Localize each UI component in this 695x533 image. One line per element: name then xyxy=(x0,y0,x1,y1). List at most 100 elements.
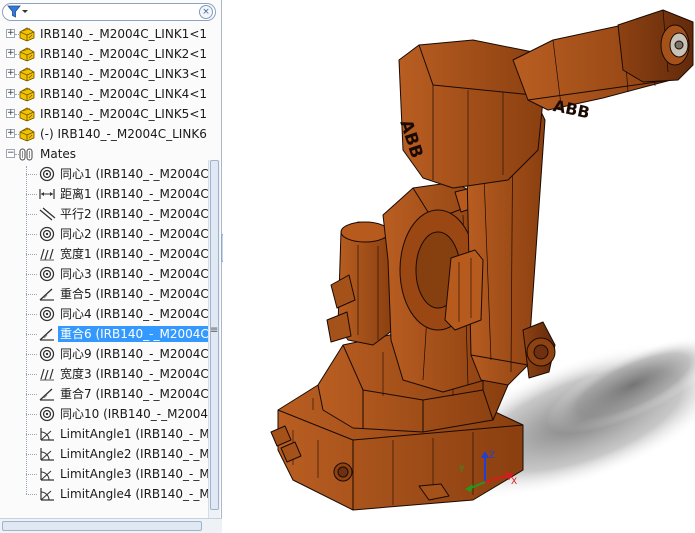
mate-row[interactable]: LimitAngle4 (IRB140_-_M2 xyxy=(0,484,208,504)
tree-item-label: LimitAngle1 (IRB140_-_M2 xyxy=(60,427,208,441)
tree-item-label: 宽度1 (IRB140_-_M2004C_ xyxy=(60,247,208,261)
horizontal-scrollbar-thumb[interactable] xyxy=(2,521,202,531)
concentric-icon xyxy=(38,166,56,182)
mate-row[interactable]: 同心2 (IRB140_-_M2004C_ xyxy=(0,224,208,244)
mate-row[interactable]: 宽度3 (IRB140_-_M2004C_ xyxy=(0,364,208,384)
expand-icon[interactable]: + xyxy=(6,69,15,78)
limit-angle-icon xyxy=(38,466,56,482)
concentric-icon xyxy=(38,306,56,322)
tree-item-label: 重合7 (IRB140_-_M2004C_ xyxy=(60,387,208,401)
tree-connector xyxy=(26,374,37,375)
tree-item-label: LimitAngle2 (IRB140_-_M2 xyxy=(60,447,208,461)
expand-icon[interactable]: + xyxy=(6,109,15,118)
tree-item-label: 同心1 (IRB140_-_M2004C_ xyxy=(60,167,208,181)
mate-row[interactable]: 平行2 (IRB140_-_M2004C_ xyxy=(0,204,208,224)
scrollbar-grip-icon: ≡ xyxy=(210,325,219,336)
limit-angle-icon xyxy=(38,446,56,462)
expand-icon[interactable]: + xyxy=(6,129,15,138)
tree-connector xyxy=(26,234,37,235)
tree-item-label: 同心3 (IRB140_-_M2004C_ xyxy=(60,267,208,281)
tree-item-label: IRB140_-_M2004C_LINK5<1> xyxy=(40,107,208,121)
tree-item-label: IRB140_-_M2004C_LINK3<1> xyxy=(40,67,208,81)
mate-row[interactable]: 宽度1 (IRB140_-_M2004C_ xyxy=(0,244,208,264)
tree-item-label: 同心10 (IRB140_-_M2004C xyxy=(60,407,208,421)
mate-row[interactable]: 距离1 (IRB140_-_M2004C_ xyxy=(0,184,208,204)
tree-connector xyxy=(26,214,37,215)
part-icon xyxy=(18,26,36,42)
component-row[interactable]: + (-) IRB140_-_M2004C_LINK6< xyxy=(0,124,208,144)
mate-row[interactable]: 同心3 (IRB140_-_M2004C_ xyxy=(0,264,208,284)
component-row[interactable]: + IRB140_-_M2004C_LINK2<1> xyxy=(0,44,208,64)
tree-connector xyxy=(26,334,37,335)
tree-connector xyxy=(26,354,37,355)
axis3-cover[interactable] xyxy=(444,249,484,331)
part-icon xyxy=(18,126,36,142)
tree-connector xyxy=(26,454,37,455)
feature-tree: + IRB140_-_M2004C_LINK1<1> + IRB140_-_M2004… xyxy=(0,24,208,510)
concentric-icon xyxy=(38,406,56,422)
coincident-icon xyxy=(38,286,56,302)
wrist-flange[interactable] xyxy=(617,9,694,83)
tree-item-label: 同心4 (IRB140_-_M2004C_ xyxy=(60,307,208,321)
distance-icon xyxy=(38,186,56,202)
mate-row[interactable]: LimitAngle3 (IRB140_-_M2 xyxy=(0,464,208,484)
clear-filter-icon[interactable]: × xyxy=(199,5,213,19)
tree-connector xyxy=(26,434,37,435)
graphics-viewport[interactable]: ABB ABB Z X Y xyxy=(223,0,695,533)
tree-item-label: IRB140_-_M2004C_LINK4<1> xyxy=(40,87,208,101)
part-icon xyxy=(18,66,36,82)
concentric-icon xyxy=(38,266,56,282)
mate-row[interactable]: 重合5 (IRB140_-_M2004C_ xyxy=(0,284,208,304)
coincident-icon xyxy=(38,326,56,342)
tree-item-label: (-) IRB140_-_M2004C_LINK6< xyxy=(40,127,208,141)
triad-x-label: X xyxy=(511,477,517,487)
expand-icon[interactable]: + xyxy=(6,49,15,58)
collapse-icon[interactable]: − xyxy=(6,149,15,158)
component-row[interactable]: + IRB140_-_M2004C_LINK3<1> xyxy=(0,64,208,84)
expand-icon[interactable]: + xyxy=(6,89,15,98)
width-icon xyxy=(38,366,56,382)
mate-row[interactable]: 重合6 (IRB140_-_M2004C_ xyxy=(0,324,208,344)
parallel-icon xyxy=(38,206,56,222)
mate-row[interactable]: 同心1 (IRB140_-_M2004C_ xyxy=(0,164,208,184)
tree-connector xyxy=(26,474,37,475)
mate-row[interactable]: 同心9 (IRB140_-_M2004C_ xyxy=(0,344,208,364)
tree-item-label: 宽度3 (IRB140_-_M2004C_ xyxy=(60,367,208,381)
mate-row[interactable]: 同心4 (IRB140_-_M2004C_ xyxy=(0,304,208,324)
mates-icon xyxy=(18,146,36,162)
filter-input[interactable]: × xyxy=(2,3,216,21)
limit-angle-icon xyxy=(38,426,56,442)
tree-item-label: LimitAngle3 (IRB140_-_M2 xyxy=(60,467,208,481)
mate-row[interactable]: 同心10 (IRB140_-_M2004C xyxy=(0,404,208,424)
mate-row[interactable]: LimitAngle2 (IRB140_-_M2 xyxy=(0,444,208,464)
tree-connector xyxy=(26,194,37,195)
component-row[interactable]: + IRB140_-_M2004C_LINK1<1> xyxy=(0,24,208,44)
tree-item-label: 同心9 (IRB140_-_M2004C_ xyxy=(60,347,208,361)
filter-bar: × xyxy=(2,3,218,21)
tree-item-label: 距离1 (IRB140_-_M2004C_ xyxy=(60,187,208,201)
component-row[interactable]: + IRB140_-_M2004C_LINK5<1> xyxy=(0,104,208,124)
tree-item-label: 重合5 (IRB140_-_M2004C_ xyxy=(60,287,208,301)
horizontal-scrollbar[interactable] xyxy=(0,518,222,533)
mates-folder-row[interactable]: − Mates xyxy=(0,144,208,164)
tree-item-label: 平行2 (IRB140_-_M2004C_ xyxy=(60,207,208,221)
tree-connector xyxy=(26,274,37,275)
tree-connector xyxy=(26,174,37,175)
feature-manager-panel: × + IRB140_-_M2004C_LINK1<1> + IRB140_-_M20… xyxy=(0,0,222,533)
mate-row[interactable]: 重合7 (IRB140_-_M2004C_ xyxy=(0,384,208,404)
part-icon xyxy=(18,46,36,62)
filter-icon[interactable] xyxy=(7,5,29,19)
axis2-motor[interactable] xyxy=(326,221,394,346)
concentric-icon xyxy=(38,346,56,362)
vertical-scrollbar[interactable] xyxy=(208,160,220,518)
concentric-icon xyxy=(38,226,56,242)
coincident-icon xyxy=(38,386,56,402)
expand-icon[interactable]: + xyxy=(6,29,15,38)
component-row[interactable]: + IRB140_-_M2004C_LINK4<1> xyxy=(0,84,208,104)
part-icon xyxy=(18,86,36,102)
tree-item-label: IRB140_-_M2004C_LINK1<1> xyxy=(40,27,208,41)
triad-z-label: Z xyxy=(489,451,495,461)
tree-item-label: 重合6 (IRB140_-_M2004C_ xyxy=(58,326,208,342)
mate-row[interactable]: LimitAngle1 (IRB140_-_M2 xyxy=(0,424,208,444)
tree-guide-line xyxy=(26,166,27,494)
